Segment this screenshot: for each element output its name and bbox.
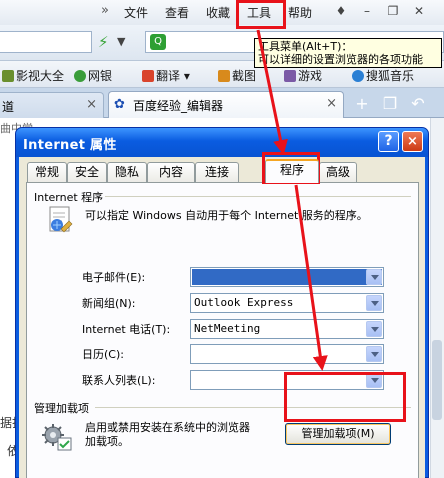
arrow-to-manage-button — [294, 184, 328, 371]
arrow-to-programs-tab — [256, 29, 288, 155]
annotation-arrows — [256, 29, 328, 371]
tab-programs[interactable]: 程序 — [265, 159, 319, 183]
